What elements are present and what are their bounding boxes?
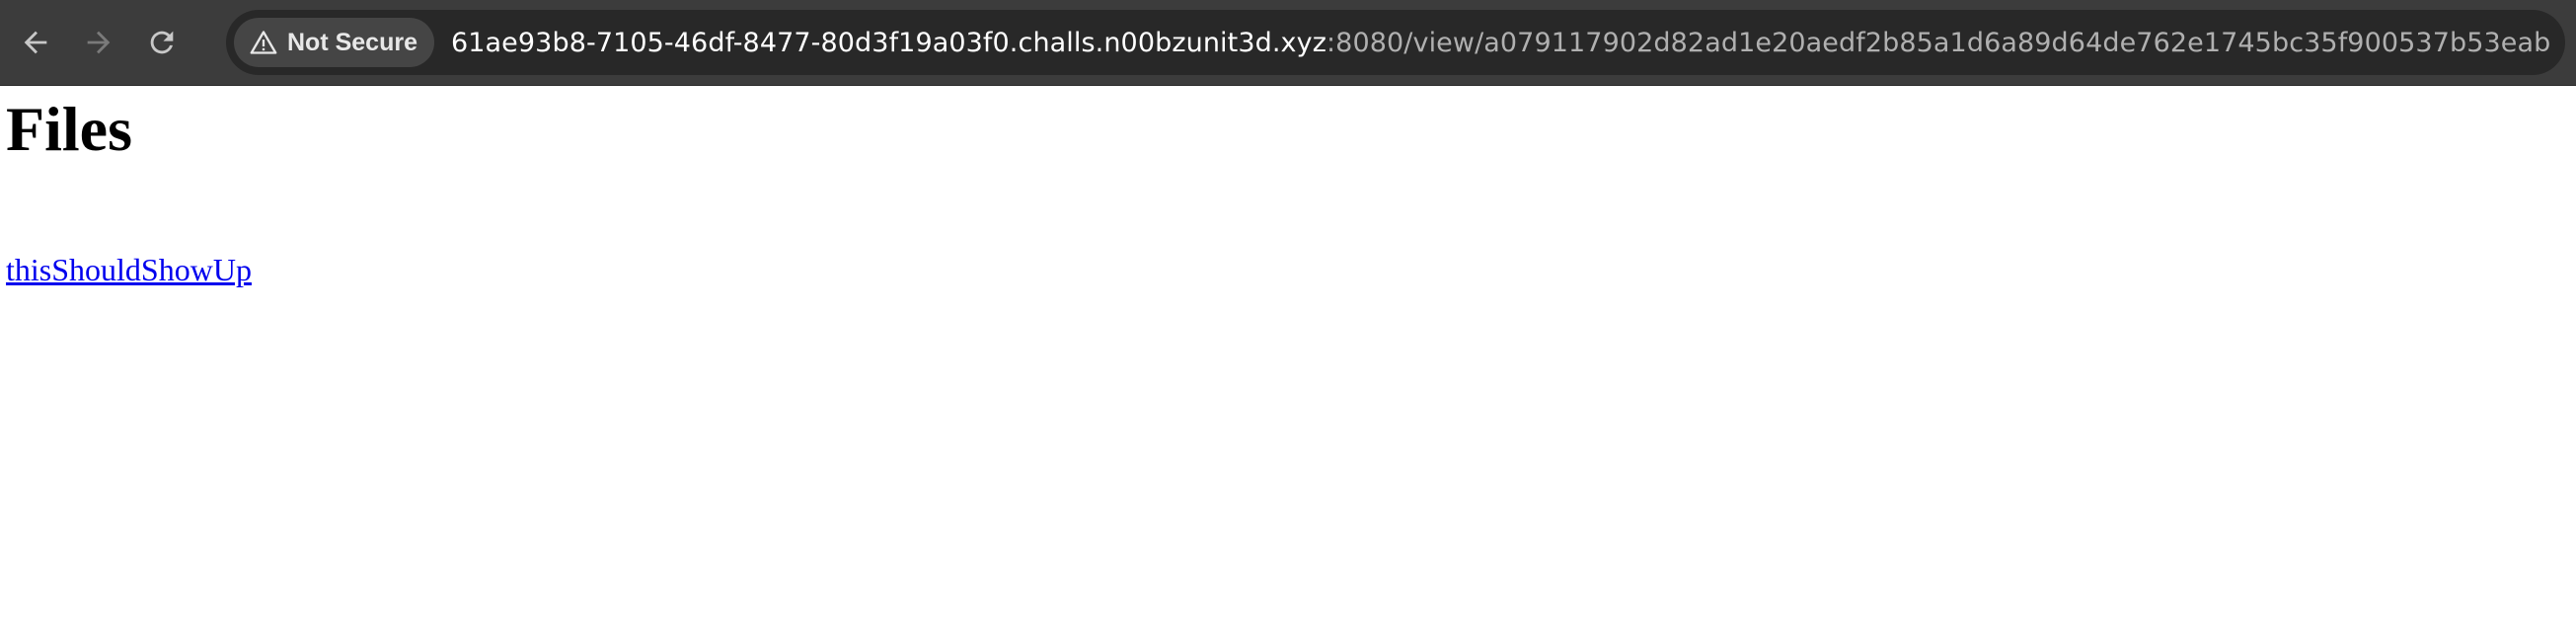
reload-button[interactable]	[134, 15, 189, 70]
warning-triangle-icon	[250, 31, 277, 54]
reload-icon	[150, 31, 174, 54]
security-label: Not Secure	[287, 28, 417, 56]
page-title: Files	[6, 94, 132, 164]
forward-button[interactable]	[71, 15, 126, 70]
browser-toolbar: Not Secure 61ae93b8-7105-46df-8477-80d3f…	[0, 0, 2576, 86]
arrow-right-icon	[87, 31, 111, 54]
url-text[interactable]: 61ae93b8-7105-46df-8477-80d3f19a03f0.cha…	[451, 28, 2550, 58]
arrow-left-icon	[24, 31, 47, 54]
address-bar[interactable]: Not Secure 61ae93b8-7105-46df-8477-80d3f…	[226, 10, 2565, 75]
page-content: Files thisShouldShowUp	[0, 86, 2576, 628]
security-indicator[interactable]: Not Secure	[234, 18, 434, 67]
back-button[interactable]	[8, 15, 63, 70]
url-path: :8080/view/a079117902d82ad1e20aedf2b85a1…	[1326, 27, 2551, 58]
url-host: 61ae93b8-7105-46df-8477-80d3f19a03f0.cha…	[450, 27, 1326, 58]
file-link[interactable]: thisShouldShowUp	[6, 254, 252, 285]
